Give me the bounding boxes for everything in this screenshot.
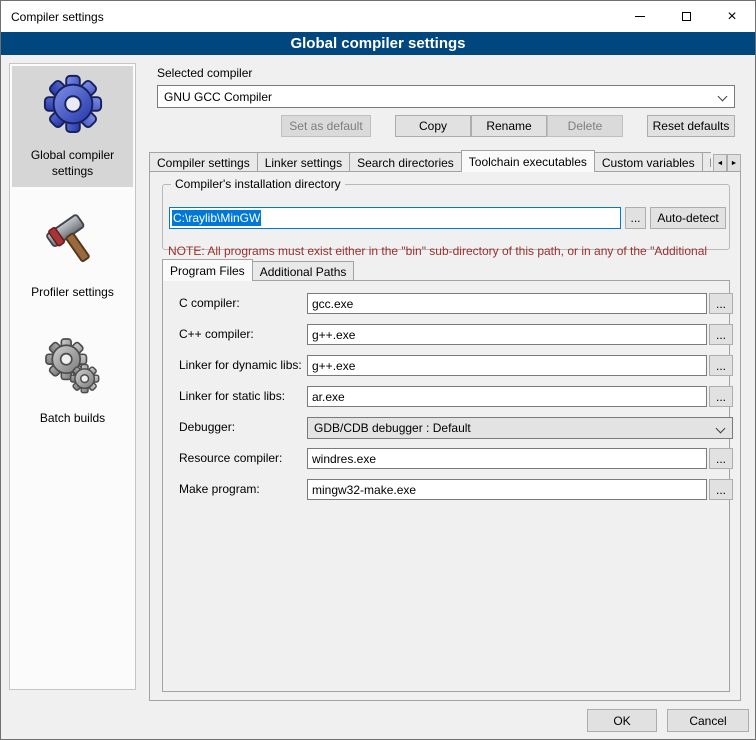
static-linker-label: Linker for static libs:: [179, 389, 285, 403]
maximize-button[interactable]: [663, 1, 709, 32]
sidebar-item-label: Profiler settings: [31, 285, 114, 301]
tab-build-options[interactable]: Builc: [702, 152, 711, 172]
tab-linker-settings[interactable]: Linker settings: [257, 152, 350, 172]
selected-compiler-select[interactable]: GNU GCC Compiler: [157, 85, 735, 108]
set-as-default-button[interactable]: Set as default: [281, 115, 371, 137]
installation-directory-browse-button[interactable]: ...: [625, 207, 646, 229]
close-icon: ×: [727, 10, 736, 24]
subtab-additional-paths[interactable]: Additional Paths: [252, 261, 355, 281]
sidebar: Global compiler settings Pr: [9, 63, 136, 690]
static-linker-row: Linker for static libs: ...: [163, 386, 729, 408]
chevron-down-icon: [716, 424, 726, 434]
maximize-icon: [682, 12, 691, 21]
debugger-row: Debugger: GDB/CDB debugger : Default: [163, 417, 729, 439]
toolchain-executables-panel: Compiler's installation directory C:\ray…: [149, 171, 741, 701]
tab-custom-variables[interactable]: Custom variables: [594, 152, 703, 172]
rename-button[interactable]: Rename: [471, 115, 547, 137]
static-linker-browse-button[interactable]: ...: [709, 386, 733, 407]
sidebar-item-label: Batch builds: [40, 411, 105, 427]
blue-gear-icon: [42, 72, 104, 134]
dynamic-linker-label: Linker for dynamic libs:: [179, 358, 302, 372]
tab-scroll-left-button[interactable]: ◄: [713, 154, 727, 172]
dynamic-linker-row: Linker for dynamic libs: ...: [163, 355, 729, 377]
selected-compiler-label: Selected compiler: [157, 66, 252, 80]
c-compiler-row: C compiler: ...: [163, 293, 729, 315]
tab-toolchain-executables[interactable]: Toolchain executables: [461, 150, 595, 172]
delete-button[interactable]: Delete: [547, 115, 623, 137]
compiler-settings-window: Compiler settings × Global compiler sett…: [0, 0, 756, 740]
close-button[interactable]: ×: [709, 1, 755, 32]
make-program-row: Make program: ...: [163, 479, 729, 501]
dynamic-linker-browse-button[interactable]: ...: [709, 355, 733, 376]
window-controls: ×: [617, 1, 755, 32]
note-text: NOTE: All programs must exist either in …: [168, 244, 734, 258]
sidebar-item-profiler-settings[interactable]: Profiler settings: [12, 203, 133, 309]
cpp-compiler-input[interactable]: [307, 324, 707, 345]
c-compiler-label: C compiler:: [179, 296, 240, 310]
dynamic-linker-input[interactable]: [307, 355, 707, 376]
installation-directory-group: Compiler's installation directory C:\ray…: [162, 184, 730, 250]
debugger-value: GDB/CDB debugger : Default: [314, 421, 471, 435]
resource-compiler-input[interactable]: [307, 448, 707, 469]
reset-defaults-button[interactable]: Reset defaults: [647, 115, 735, 137]
c-compiler-browse-button[interactable]: ...: [709, 293, 733, 314]
installation-directory-input[interactable]: C:\raylib\MinGW: [169, 207, 621, 229]
profiler-hammer-icon: [42, 209, 104, 271]
resource-compiler-row: Resource compiler: ...: [163, 448, 729, 470]
auto-detect-button[interactable]: Auto-detect: [650, 207, 726, 229]
arrow-left-icon: ◄: [717, 160, 724, 167]
tab-bar: Compiler settings Linker settings Search…: [149, 150, 741, 172]
gray-gears-icon: [42, 335, 104, 397]
minimize-icon: [635, 16, 645, 17]
tab-scroll-controls: ◄ ►: [713, 154, 741, 172]
tab-scroll-right-button[interactable]: ►: [727, 154, 741, 172]
resource-compiler-label: Resource compiler:: [179, 451, 282, 465]
make-program-label: Make program:: [179, 482, 260, 496]
debugger-select[interactable]: GDB/CDB debugger : Default: [307, 417, 733, 439]
titlebar: Compiler settings ×: [1, 1, 755, 32]
dialog-header: Global compiler settings: [1, 32, 755, 55]
cpp-compiler-row: C++ compiler: ...: [163, 324, 729, 346]
arrow-right-icon: ►: [731, 160, 738, 167]
selected-compiler-value: GNU GCC Compiler: [164, 90, 272, 104]
c-compiler-input[interactable]: [307, 293, 707, 314]
subtab-bar: Program Files Additional Paths: [162, 259, 354, 281]
subtab-program-files[interactable]: Program Files: [162, 259, 253, 281]
sidebar-item-batch-builds[interactable]: Batch builds: [12, 329, 133, 435]
minimize-button[interactable]: [617, 1, 663, 32]
static-linker-input[interactable]: [307, 386, 707, 407]
make-program-browse-button[interactable]: ...: [709, 479, 733, 500]
tab-compiler-settings[interactable]: Compiler settings: [149, 152, 258, 172]
copy-button[interactable]: Copy: [395, 115, 471, 137]
cancel-button[interactable]: Cancel: [667, 709, 749, 732]
make-program-input[interactable]: [307, 479, 707, 500]
chevron-down-icon: [718, 92, 728, 102]
sidebar-item-label: Global compiler settings: [14, 148, 131, 179]
tab-list: Compiler settings Linker settings Search…: [149, 150, 711, 172]
compiler-button-row: Set as default Copy Rename Delete Reset …: [157, 115, 735, 137]
ok-button[interactable]: OK: [587, 709, 657, 732]
program-files-panel: C compiler: ... C++ compiler: ... Linker…: [162, 280, 730, 692]
installation-directory-value: C:\raylib\MinGW: [172, 210, 261, 226]
debugger-label: Debugger:: [179, 420, 235, 434]
window-title: Compiler settings: [11, 10, 104, 24]
installation-directory-group-title: Compiler's installation directory: [171, 177, 345, 191]
cpp-compiler-browse-button[interactable]: ...: [709, 324, 733, 345]
cpp-compiler-label: C++ compiler:: [179, 327, 254, 341]
sidebar-item-global-compiler-settings[interactable]: Global compiler settings: [12, 66, 133, 187]
tab-search-directories[interactable]: Search directories: [349, 152, 462, 172]
resource-compiler-browse-button[interactable]: ...: [709, 448, 733, 469]
